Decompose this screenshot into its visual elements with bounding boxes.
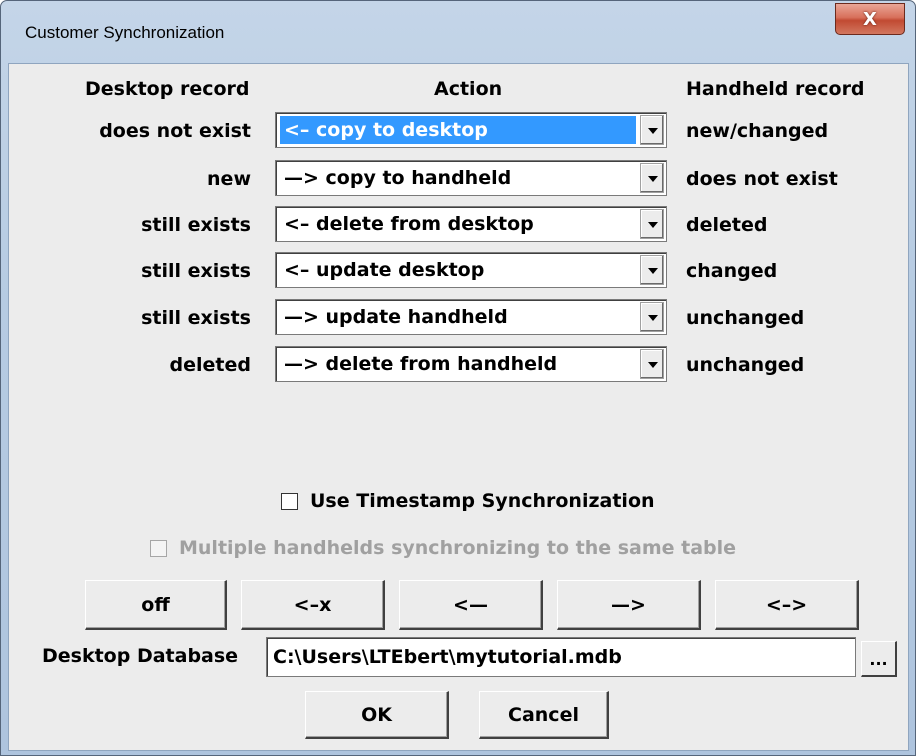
action-dropdown[interactable]: <– copy to desktop [275,112,667,148]
multiple-handhelds-checkbox: Multiple handhelds synchronizing to the … [150,537,736,559]
chevron-down-icon[interactable] [640,163,664,193]
header-desktop-record: Desktop record [85,78,250,100]
direction-off-button[interactable]: off [85,580,227,630]
dialog-window: Customer Synchronization X Desktop recor… [0,0,916,756]
action-dropdown-value: —> update handheld [284,306,508,328]
direction-copy-delete-button[interactable]: <–x [241,580,385,630]
multiple-handhelds-label: Multiple handhelds synchronizing to the … [179,537,737,559]
chevron-down-icon[interactable] [640,209,664,239]
direction-both-button[interactable]: <–> [715,580,859,630]
action-dropdown[interactable]: —> update handheld [275,299,667,335]
window-title: Customer Synchronization [25,23,225,42]
chevron-down-icon[interactable] [640,115,664,145]
chevron-down-icon[interactable] [640,349,664,379]
action-dropdown-value: —> delete from handheld [284,353,558,375]
button-label: OK [361,703,392,726]
button-label: —> [611,593,646,616]
header-action: Action [434,78,503,100]
timestamp-sync-label: Use Timestamp Synchronization [310,490,655,512]
row-desktop-state: still exists [141,214,251,236]
button-label: <–> [765,593,808,616]
action-dropdown[interactable]: <– update desktop [275,252,667,288]
checkbox-box[interactable] [281,492,298,510]
action-dropdown[interactable]: —> copy to handheld [275,160,667,196]
chevron-down-icon[interactable] [640,255,664,285]
row-handheld-state: unchanged [686,354,805,376]
row-desktop-state: still exists [141,307,251,329]
row-handheld-state: does not exist [686,168,838,190]
ellipsis-icon: ... [869,650,888,669]
row-desktop-state: still exists [141,260,251,282]
row-desktop-state: deleted [169,354,251,376]
row-handheld-state: unchanged [686,307,805,329]
button-label: off [141,593,170,616]
chevron-down-icon[interactable] [640,302,664,332]
timestamp-sync-checkbox[interactable]: Use Timestamp Synchronization [281,490,655,512]
row-handheld-state: new/changed [686,120,829,142]
action-dropdown[interactable]: <– delete from desktop [275,206,667,242]
button-label: Cancel [508,703,579,726]
row-handheld-state: deleted [686,214,768,236]
row-desktop-state: does not exist [99,120,251,142]
close-button[interactable]: X [835,3,905,35]
header-handheld-record: Handheld record [686,78,865,100]
cancel-button[interactable]: Cancel [479,691,609,739]
ok-button[interactable]: OK [305,691,449,739]
row-handheld-state: changed [686,260,778,282]
title-bar[interactable]: Customer Synchronization X [1,1,915,63]
action-dropdown-value: <– copy to desktop [280,116,636,144]
desktop-database-field[interactable]: C:\Users\LTEbert\mytutorial.mdb [266,637,856,677]
action-dropdown-value: <– update desktop [284,259,485,281]
direction-to-handheld-button[interactable]: —> [557,580,701,630]
button-label: <— [453,593,488,616]
checkbox-box [150,539,167,557]
action-dropdown-value: <– delete from desktop [284,213,534,235]
dialog-body: Desktop record Action Handheld record do… [8,63,909,751]
action-dropdown[interactable]: —> delete from handheld [275,346,667,382]
row-desktop-state: new [207,168,251,190]
button-label: <–x [293,593,332,616]
direction-to-desktop-button[interactable]: <— [399,580,543,630]
desktop-database-label: Desktop Database [42,645,239,667]
action-dropdown-value: —> copy to handheld [284,167,512,189]
browse-button[interactable]: ... [861,641,897,677]
close-icon: X [863,8,877,30]
